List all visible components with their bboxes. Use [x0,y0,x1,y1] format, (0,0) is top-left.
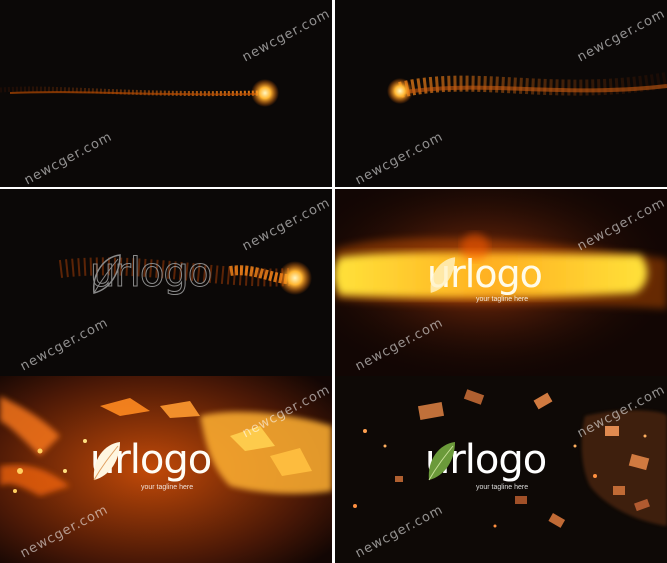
frame-2-comet-left: newcger.com newcger.com [335,0,667,187]
leaf-icon [93,442,120,481]
leaf-icon [430,257,456,293]
logo-fire: urlogo [90,440,212,481]
logo-outline: urlogo [89,253,213,294]
leaf-icon [93,254,121,294]
tagline: your tagline here [476,484,529,491]
frame-1-comet-right: newcger.com newcger.com [0,0,332,187]
frame-5-fire-logo: urlogo your tagline here newcger.com new… [0,376,332,563]
logo-glow: urlogo [427,255,543,293]
leaf-icon [428,442,455,481]
frame-3-outline-logo: urlogo newcger.com newcger.com [0,189,332,376]
tagline: your tagline here [476,296,529,303]
frame-grid: newcger.com newcger.com newcger.com newc… [0,0,667,563]
logo-final: urlogo [425,440,547,481]
tagline: your tagline here [141,484,194,491]
frame-6-final-logo: urlogo your tagline here newcger.com new… [335,376,667,563]
frame-4-glow-burst: urlogo your tagline here newcger.com new… [335,189,667,376]
